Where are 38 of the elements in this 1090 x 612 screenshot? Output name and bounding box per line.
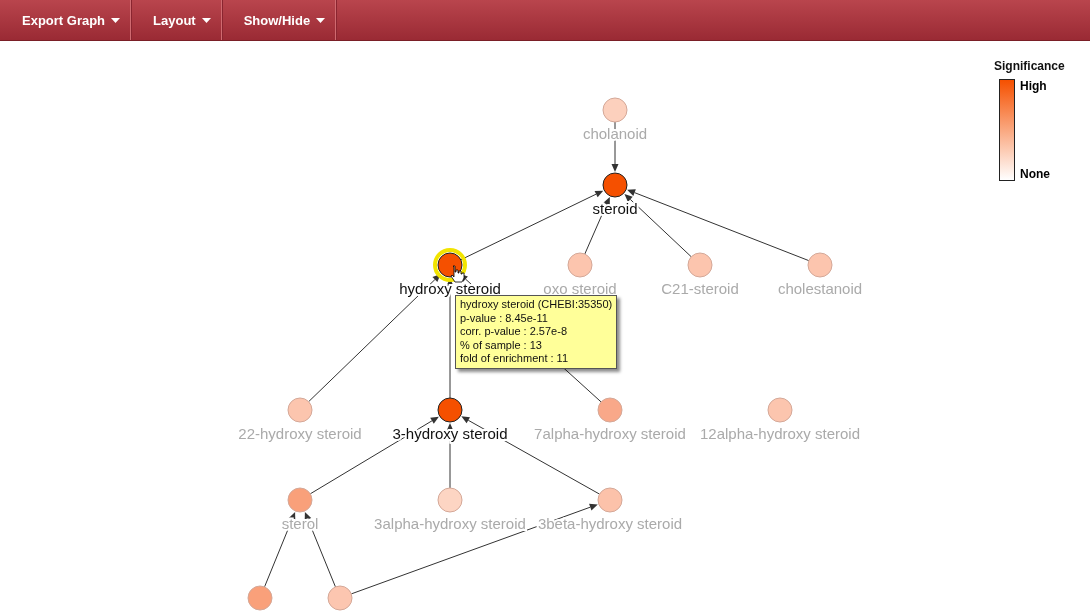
legend-low: None <box>1020 167 1050 181</box>
graph-node[interactable] <box>287 397 313 423</box>
graph-node[interactable] <box>687 252 713 278</box>
graph-node[interactable] <box>437 397 463 423</box>
node-label: 22-hydroxy steroid <box>238 425 362 442</box>
graph-node[interactable] <box>807 252 833 278</box>
node-label: 3beta-hydroxy steroid <box>537 515 683 532</box>
tooltip-line: p-value : 8.45e-11 <box>460 311 549 325</box>
caret-icon <box>201 17 211 23</box>
graph-node[interactable] <box>597 397 623 423</box>
menu-button[interactable]: Export Graph <box>0 0 132 40</box>
node-label: 7alpha-hydroxy steroid <box>534 425 686 442</box>
graph-node[interactable] <box>437 487 463 513</box>
graph-node[interactable] <box>567 252 593 278</box>
node-label: steroid <box>592 200 638 217</box>
graph-node[interactable] <box>287 487 313 513</box>
node-label: 3alpha-hydroxy steroid <box>374 515 526 532</box>
caret-icon <box>111 17 121 23</box>
graph-node[interactable] <box>602 97 628 123</box>
node-label: C21-steroid <box>661 280 739 297</box>
graph-node[interactable] <box>597 487 623 513</box>
graph-node[interactable] <box>767 397 793 423</box>
caret-icon <box>316 17 326 23</box>
menu-button[interactable]: Layout <box>131 0 222 40</box>
graph-node[interactable] <box>327 585 353 611</box>
graph-node[interactable] <box>247 585 273 611</box>
tooltip-line: corr. p-value : 2.57e-8 <box>460 325 568 339</box>
legend-title: Significance <box>994 59 1065 73</box>
node-label: 12alpha-hydroxy steroid <box>699 425 861 442</box>
tooltip-line: hydroxy steroid (CHEBI:35350) <box>460 298 613 312</box>
tooltip-line: % of sample : 13 <box>460 338 543 352</box>
node-label: oxo steroid <box>543 280 617 297</box>
legend-high: High <box>1020 79 1048 93</box>
hand-cursor-icon <box>450 265 465 283</box>
graph-node[interactable] <box>602 172 628 198</box>
tooltip-line: fold of enrichment : 11 <box>460 352 570 366</box>
node-label: cholestanoid <box>777 280 863 297</box>
menu-button[interactable]: Show/Hide <box>221 0 337 40</box>
